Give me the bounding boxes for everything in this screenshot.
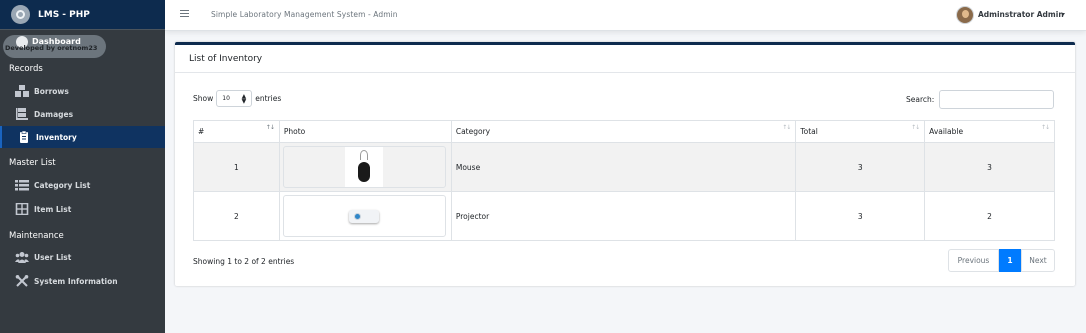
row-available: 2 bbox=[924, 191, 1055, 241]
clipboard-icon bbox=[17, 131, 31, 143]
caret-down-icon[interactable] bbox=[1061, 13, 1065, 16]
table-row: 1 Mouse 3 3 bbox=[193, 142, 1055, 192]
row-photo bbox=[278, 191, 452, 241]
photo-frame bbox=[282, 195, 446, 237]
nav-header-master-list: Master List bbox=[9, 158, 56, 168]
developer-note: Developed by oretnom23 bbox=[5, 44, 98, 52]
row-photo bbox=[278, 142, 452, 192]
list-icon bbox=[15, 179, 29, 191]
row-number: 1 bbox=[193, 142, 280, 192]
row-total: 3 bbox=[795, 142, 926, 192]
sidebar-item-user-list[interactable]: User List bbox=[0, 246, 165, 268]
inventory-card: List of Inventory Show 10 ▲ ▼ entries Sea… bbox=[175, 42, 1075, 286]
sidebar-item-label: User List bbox=[34, 252, 72, 262]
sidebar-item-damages[interactable]: Damages bbox=[0, 103, 165, 125]
column-header-total[interactable]: Total ↑↓ bbox=[795, 120, 926, 143]
sidebar-item-label: Damages bbox=[34, 109, 74, 119]
top-navbar: Simple Laboratory Management System - Ad… bbox=[165, 0, 1086, 31]
row-category: Projector bbox=[450, 191, 797, 241]
search-input[interactable] bbox=[939, 90, 1055, 109]
brand-name: LMS - PHP bbox=[38, 9, 90, 20]
row-total: 3 bbox=[795, 191, 926, 241]
sidebar-item-category-list[interactable]: Category List bbox=[0, 174, 165, 196]
sidebar-item-label: Category List bbox=[34, 180, 91, 190]
entries-length-control: Show 10 ▲ ▼ entries bbox=[193, 90, 281, 107]
sidebar-item-label: Item List bbox=[34, 204, 72, 214]
grid-icon bbox=[15, 203, 29, 215]
search-label: Search: bbox=[906, 95, 935, 104]
sidebar-item-label: Borrows bbox=[34, 86, 69, 96]
tools-icon bbox=[15, 275, 29, 287]
entries-select[interactable]: 10 ▲ ▼ bbox=[216, 90, 253, 107]
avatar[interactable] bbox=[956, 6, 974, 24]
card-header: List of Inventory bbox=[175, 45, 1075, 73]
projector-image bbox=[345, 205, 383, 227]
page-1-button[interactable]: 1 bbox=[999, 249, 1021, 272]
system-title: Simple Laboratory Management System - Ad… bbox=[211, 10, 398, 19]
inventory-table: # ↑↓ Photo Category ↑↓ Total ↑↓ Available ↑↓… bbox=[193, 120, 1055, 241]
users-icon bbox=[15, 251, 29, 263]
select-arrows-icon: ▲ ▼ bbox=[241, 92, 247, 105]
brand-logo-icon bbox=[11, 5, 30, 24]
sort-icon: ↑↓ bbox=[1040, 124, 1050, 131]
sidebar-item-label: System Information bbox=[34, 276, 118, 286]
search-control: Search: bbox=[906, 90, 1055, 109]
mouse-image bbox=[345, 147, 384, 187]
sidebar-item-system-information[interactable]: System Information bbox=[0, 270, 165, 292]
sort-icon: ↑↓ bbox=[782, 124, 791, 131]
nav-header-records: Records bbox=[9, 64, 43, 74]
row-number: 2 bbox=[193, 191, 280, 241]
sort-asc-icon: ↑↓ bbox=[265, 124, 275, 131]
sidebar-item-borrows[interactable]: Borrows bbox=[0, 80, 165, 102]
entries-label: entries bbox=[255, 94, 282, 103]
sidebar-item-item-list[interactable]: Item List bbox=[0, 198, 165, 220]
table-info: Showing 1 to 2 of 2 entries bbox=[193, 257, 295, 266]
show-label: Show bbox=[193, 94, 214, 103]
photo-frame bbox=[282, 146, 446, 188]
next-page-button[interactable]: Next bbox=[1021, 249, 1055, 272]
menu-toggle-icon[interactable] bbox=[180, 10, 189, 17]
column-header-photo: Photo bbox=[278, 120, 452, 143]
card-title: List of Inventory bbox=[189, 53, 263, 64]
previous-page-button[interactable]: Previous bbox=[948, 249, 999, 272]
brand-link[interactable]: LMS - PHP bbox=[0, 0, 165, 30]
column-header-available[interactable]: Available ↑↓ bbox=[924, 120, 1055, 143]
pagination: Previous 1 Next bbox=[948, 249, 1055, 272]
table-header-row: # ↑↓ Photo Category ↑↓ Total ↑↓ Available ↑↓ bbox=[193, 120, 1055, 143]
sort-icon: ↑↓ bbox=[911, 124, 920, 131]
entries-value: 10 bbox=[222, 95, 230, 102]
sidebar: LMS - PHP Dashboard Developed by oretnom… bbox=[0, 0, 165, 333]
nav-header-maintenance: Maintenance bbox=[9, 231, 64, 241]
dolly-icon bbox=[15, 108, 29, 120]
column-header-category[interactable]: Category ↑↓ bbox=[450, 120, 797, 143]
sidebar-item-inventory[interactable]: Inventory bbox=[0, 126, 165, 148]
user-menu-label[interactable]: Adminstrator Admin bbox=[978, 10, 1064, 19]
boxes-icon bbox=[15, 85, 29, 97]
table-row: 2 Projector 3 2 bbox=[193, 191, 1055, 241]
sidebar-item-label: Inventory bbox=[36, 132, 77, 142]
row-category: Mouse bbox=[450, 142, 797, 192]
row-available: 3 bbox=[924, 142, 1055, 192]
column-header-number[interactable]: # ↑↓ bbox=[193, 120, 280, 143]
